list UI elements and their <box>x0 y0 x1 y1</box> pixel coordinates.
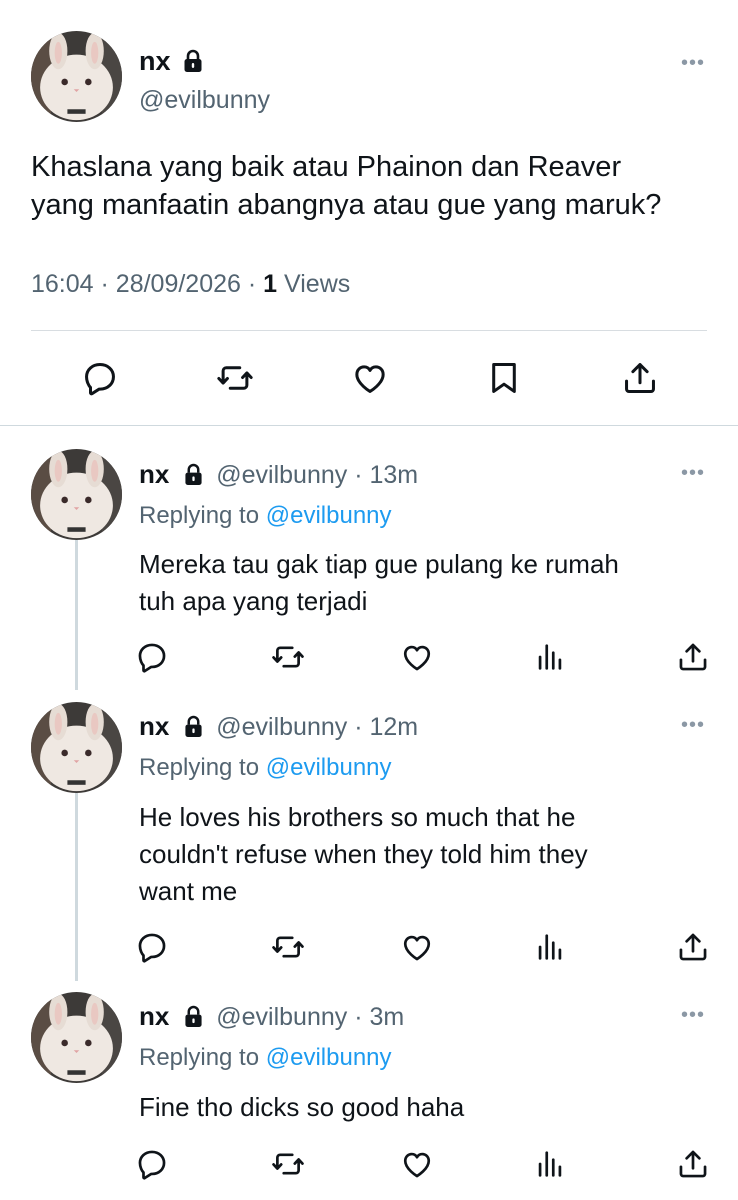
replying-to-handle[interactable]: @evilbunny <box>266 502 392 529</box>
reply-time[interactable]: 12m <box>370 713 419 741</box>
divider <box>31 330 707 331</box>
divider <box>0 425 738 426</box>
retweet-icon[interactable] <box>271 930 305 964</box>
tweet-text: Khaslana yang baik atau Phainon dan Reav… <box>31 148 711 224</box>
retweet-icon[interactable] <box>216 359 254 397</box>
more-options-icon[interactable]: ••• <box>681 462 705 485</box>
tweet-time[interactable]: 16:04 <box>31 270 94 298</box>
author-name-row[interactable]: nx <box>139 46 203 77</box>
avatar[interactable] <box>31 449 122 540</box>
lock-icon <box>183 49 203 73</box>
replying-to: Replying to @evilbunny <box>139 754 392 782</box>
share-icon[interactable] <box>676 640 710 674</box>
reply-text-line: want me <box>139 876 238 906</box>
replying-label: Replying to <box>139 754 260 781</box>
reply-text-line: tuh apa yang terjadi <box>139 586 368 616</box>
reply-text-line: Fine tho dicks so good haha <box>139 1092 465 1122</box>
author-name[interactable]: nx <box>139 711 169 741</box>
reply-text-line: He loves his brothers so much that he <box>139 802 576 832</box>
tweet-metadata: 16:04 · 28/09/2026 · 1 Views <box>31 270 350 299</box>
author-handle[interactable]: @evilbunny <box>216 461 347 489</box>
lock-icon <box>184 1005 203 1028</box>
author-name[interactable]: nx <box>139 46 171 76</box>
tweet-date[interactable]: 28/09/2026 <box>116 270 241 298</box>
share-icon[interactable] <box>676 1147 710 1181</box>
author-handle[interactable]: @evilbunny <box>216 1003 347 1031</box>
separator-dot: · <box>354 461 370 489</box>
author-name[interactable]: nx <box>139 459 169 489</box>
share-icon[interactable] <box>676 930 710 964</box>
avatar[interactable] <box>31 992 122 1083</box>
lock-icon <box>184 463 203 486</box>
tweet-text-line: yang manfaatin abangnya atau gue yang ma… <box>31 189 662 221</box>
bookmark-icon[interactable] <box>485 359 523 397</box>
replying-to: Replying to @evilbunny <box>139 1044 392 1072</box>
avatar-image <box>31 702 122 793</box>
author-handle[interactable]: @evilbunny <box>216 713 347 741</box>
reply-icon[interactable] <box>135 640 169 674</box>
views-label: Views <box>284 270 351 298</box>
like-icon[interactable] <box>351 359 389 397</box>
separator-dot: · <box>354 1003 370 1031</box>
thread-connector <box>75 793 78 981</box>
avatar-image <box>31 992 122 1083</box>
avatar-image <box>31 449 122 540</box>
separator-dot: · <box>100 270 116 298</box>
reply-time[interactable]: 3m <box>370 1003 405 1031</box>
avatar[interactable] <box>31 702 122 793</box>
author-name[interactable]: nx <box>139 1001 169 1031</box>
share-icon[interactable] <box>621 359 659 397</box>
reply-text: He loves his brothers so much that he co… <box>139 799 699 910</box>
like-icon[interactable] <box>400 930 434 964</box>
separator-dot: · <box>354 713 370 741</box>
reply-icon[interactable] <box>81 359 119 397</box>
more-options-icon[interactable]: ••• <box>681 52 705 75</box>
reply-header: nx @evilbunny · 3m <box>139 1001 404 1032</box>
reply-text: Mereka tau gak tiap gue pulang ke rumah … <box>139 546 699 620</box>
avatar-image <box>31 31 122 122</box>
retweet-icon[interactable] <box>271 1147 305 1181</box>
reply-header: nx @evilbunny · 12m <box>139 711 418 742</box>
retweet-icon[interactable] <box>271 640 305 674</box>
more-options-icon[interactable]: ••• <box>681 1004 705 1027</box>
separator-dot: · <box>247 270 264 298</box>
reply-icon[interactable] <box>135 930 169 964</box>
more-options-icon[interactable]: ••• <box>681 714 705 737</box>
lock-icon <box>184 715 203 738</box>
replying-to-handle[interactable]: @evilbunny <box>266 1044 392 1071</box>
replying-label: Replying to <box>139 502 260 529</box>
views-icon[interactable] <box>533 640 567 674</box>
like-icon[interactable] <box>400 1147 434 1181</box>
reply-text-line: couldn't refuse when they told him they <box>139 839 588 869</box>
avatar[interactable] <box>31 31 122 122</box>
replying-to-handle[interactable]: @evilbunny <box>266 754 392 781</box>
tweet-text-line: Khaslana yang baik atau Phainon dan Reav… <box>31 151 622 183</box>
views-icon[interactable] <box>533 1147 567 1181</box>
reply-time[interactable]: 13m <box>370 461 419 489</box>
views-icon[interactable] <box>533 930 567 964</box>
replying-to: Replying to @evilbunny <box>139 502 392 530</box>
replying-label: Replying to <box>139 1044 260 1071</box>
reply-text: Fine tho dicks so good haha <box>139 1089 699 1126</box>
views-count: 1 <box>263 270 278 298</box>
reply-header: nx @evilbunny · 13m <box>139 459 418 490</box>
reply-icon[interactable] <box>135 1147 169 1181</box>
author-handle[interactable]: @evilbunny <box>139 86 270 115</box>
thread-connector <box>75 540 78 690</box>
like-icon[interactable] <box>400 640 434 674</box>
reply-text-line: Mereka tau gak tiap gue pulang ke rumah <box>139 549 619 579</box>
